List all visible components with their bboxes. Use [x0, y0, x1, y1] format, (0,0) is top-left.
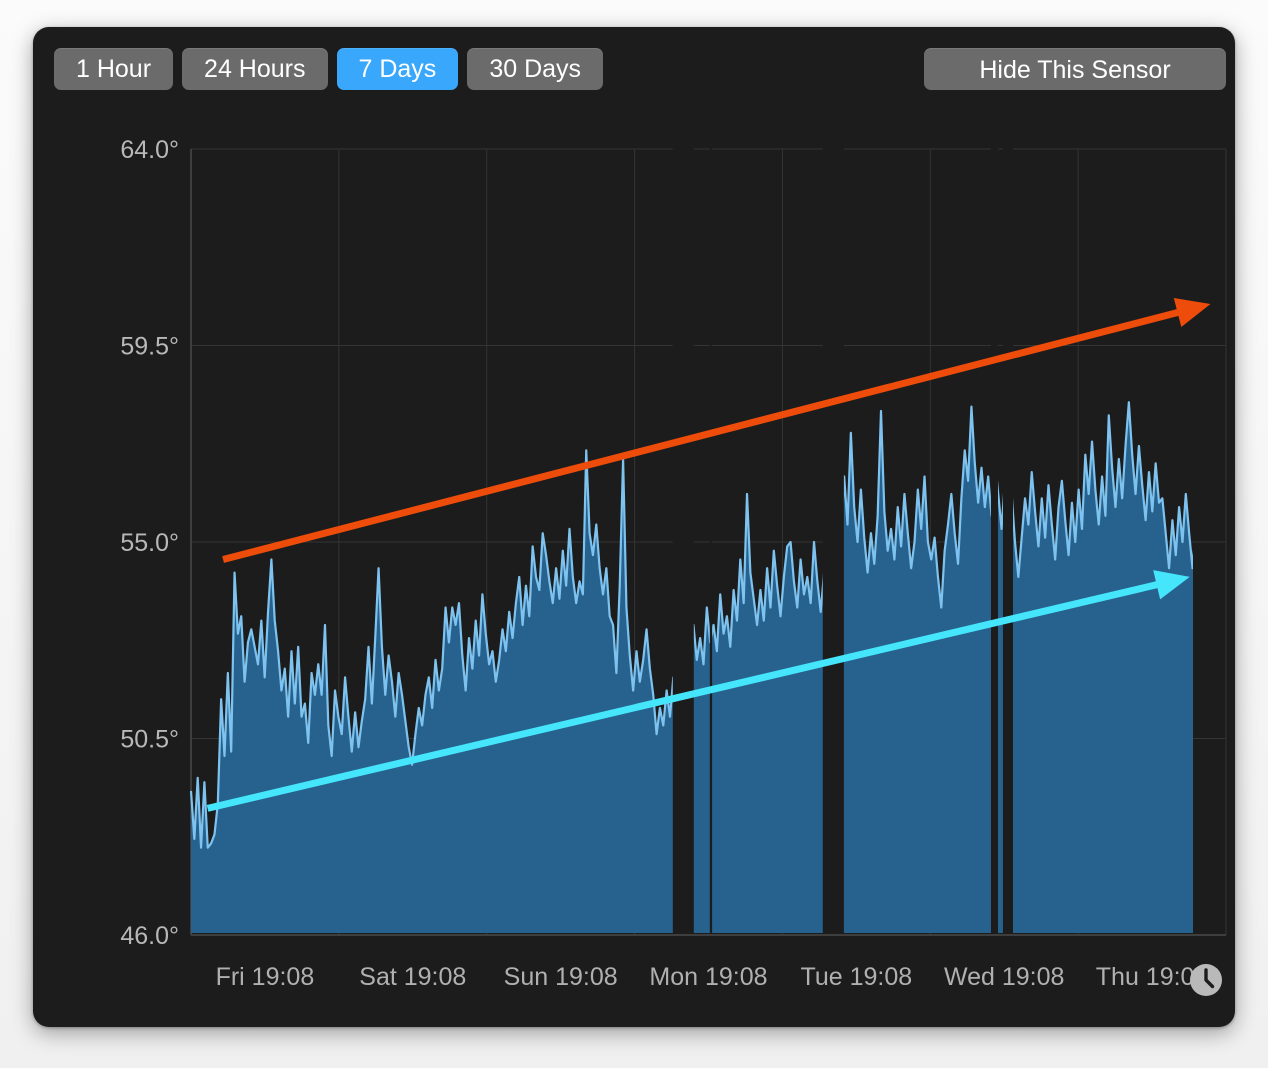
svg-text:Sun 19:08: Sun 19:08 [504, 963, 618, 991]
chart-plot-area [189, 143, 1193, 933]
svg-text:Wed 19:08: Wed 19:08 [944, 963, 1064, 991]
range-button-24-hours[interactable]: 24 Hours [182, 48, 328, 90]
x-axis-labels: Fri 19:08 Sat 19:08 Sun 19:08 Mon 19:08 Tue … [216, 963, 1209, 991]
toolbar: 1 Hour 24 Hours 7 Days 30 Days Hide This… [33, 27, 1235, 113]
range-button-30-days[interactable]: 30 Days [467, 48, 604, 90]
svg-text:Fri 19:08: Fri 19:08 [216, 963, 315, 991]
svg-text:Sat 19:08: Sat 19:08 [359, 963, 466, 991]
svg-text:55.0°: 55.0° [120, 529, 179, 557]
clock-icon[interactable] [1187, 961, 1225, 999]
svg-text:Mon 19:08: Mon 19:08 [649, 963, 767, 991]
svg-text:46.0°: 46.0° [120, 922, 179, 950]
range-button-7-days[interactable]: 7 Days [336, 48, 459, 90]
screenshot-root: 1 Hour 24 Hours 7 Days 30 Days Hide This… [0, 0, 1268, 1068]
chart-canvas: 64.0° 59.5° 55.0° 50.5° 46.0° Fri 19:08 Sat 1… [120, 136, 1227, 991]
svg-text:59.5°: 59.5° [120, 333, 179, 361]
y-axis-labels: 64.0° 59.5° 55.0° 50.5° 46.0° [120, 136, 179, 950]
svg-text:50.5°: 50.5° [120, 726, 179, 754]
time-range-segmented-control[interactable]: 1 Hour 24 Hours 7 Days 30 Days [54, 48, 604, 90]
temperature-area [191, 402, 1193, 933]
temperature-chart[interactable]: 64.0° 59.5° 55.0° 50.5° 46.0° Fri 19:08 Sat 1… [33, 113, 1235, 1027]
sensor-graph-window: 1 Hour 24 Hours 7 Days 30 Days Hide This… [33, 27, 1235, 1027]
svg-text:64.0°: 64.0° [120, 136, 179, 164]
hide-this-sensor-button[interactable]: Hide This Sensor [924, 48, 1226, 90]
svg-text:Tue 19:08: Tue 19:08 [801, 963, 913, 991]
range-button-1-hour[interactable]: 1 Hour [54, 48, 174, 90]
